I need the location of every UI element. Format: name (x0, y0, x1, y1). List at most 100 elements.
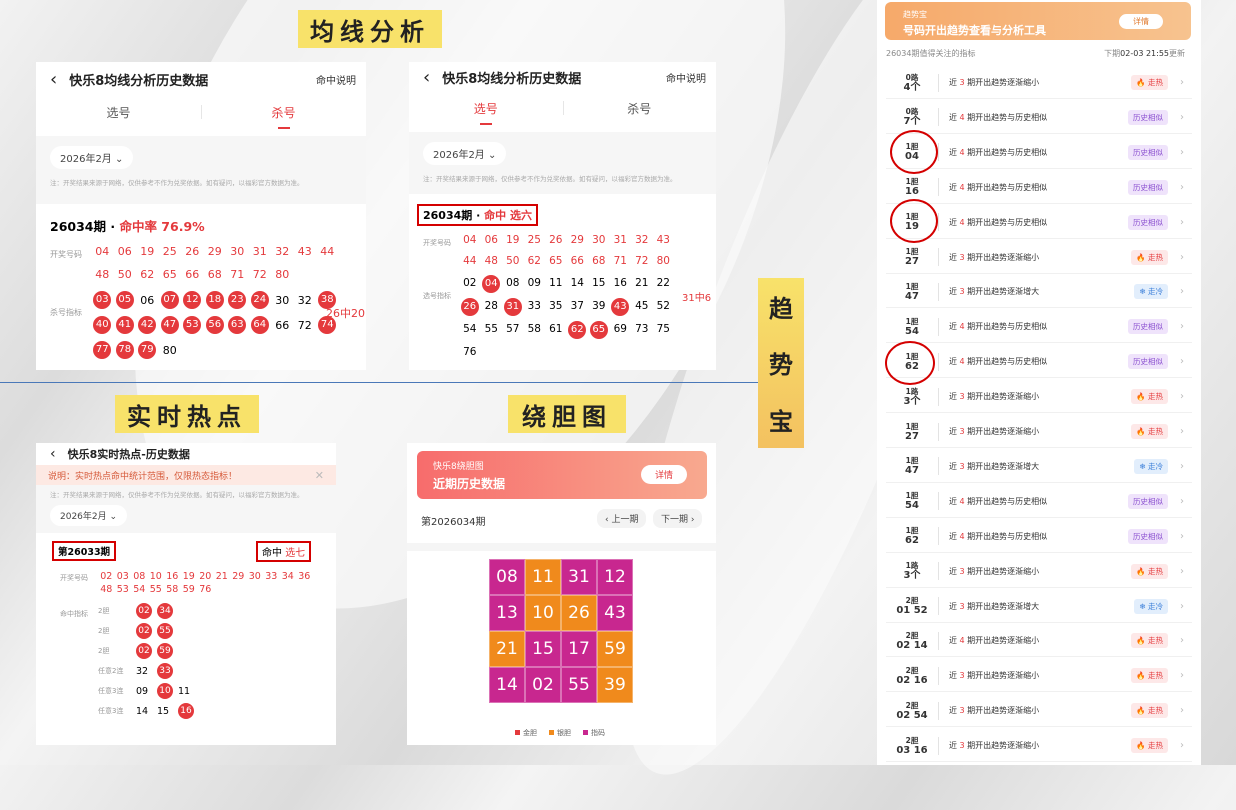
desc-suffix: 期开出趋势与历史相似 (964, 531, 1048, 541)
chevron-right-icon: › (1180, 216, 1184, 228)
trend-row[interactable]: 1胆 54 近 4 期开出趋势与历史相似 历史相似 › (886, 485, 1192, 518)
trend-row[interactable]: 1胆 62 近 4 期开出趋势与历史相似 历史相似 › (886, 520, 1192, 553)
dan-cell: 08 (489, 559, 525, 595)
hit-ball: 34 (157, 603, 173, 619)
trend-row[interactable]: 1路 3个近 3 期开出趋势逐渐缩小 🔥 走热 › (886, 555, 1192, 588)
row-value: 62 (905, 535, 919, 547)
draw-number: 10 (149, 571, 162, 582)
dan-cell: 17 (561, 631, 597, 667)
trend-row[interactable]: 1路 3个近 3 期开出趋势逐渐缩小 🔥 走热 › (886, 381, 1192, 414)
desc-suffix: 期开出趋势与历史相似 (964, 217, 1048, 227)
month-select[interactable]: 2026年2月 ⌄ (423, 142, 507, 165)
trend-row[interactable]: 1胆 47 近 3 期开出趋势逐渐增大 ❄ 走冷 › (886, 276, 1192, 309)
trend-row[interactable]: 2胆 03 16 近 3 期开出趋势逐渐缩小 🔥 走热 › (886, 730, 1192, 763)
trend-row[interactable]: 2胆 02 16 近 3 期开出趋势逐渐缩小 🔥 走热 › (886, 660, 1192, 693)
kill-number: 40 (91, 316, 114, 334)
row-desc: 近 4 期开出趋势与历史相似 (949, 496, 1128, 507)
update-prefix: 下期 (1104, 49, 1121, 58)
chevron-right-icon: › (1180, 635, 1184, 647)
desc-prefix: 近 (949, 392, 960, 402)
row-desc: 近 3 期开出趋势逐渐增大 (949, 601, 1134, 612)
desc-prefix: 近 (949, 461, 960, 471)
trend-row[interactable]: 2胆 01 52 近 3 期开出趋势逐渐增大 ❄ 走冷 › (886, 590, 1192, 623)
close-icon[interactable]: ✕ (315, 469, 324, 482)
chevron-right-icon: › (1180, 705, 1184, 717)
help-link[interactable]: 命中说明 (666, 70, 706, 85)
row-desc: 近 3 期开出趋势逐渐缩小 (949, 670, 1131, 681)
kill-number: 03 (91, 291, 114, 309)
trend-row[interactable]: 1胆 54 近 4 期开出趋势与历史相似 历史相似 › (886, 311, 1192, 344)
tab-kill[interactable]: 杀号 (563, 100, 717, 117)
desc-prefix: 近 (949, 566, 960, 576)
trend-row[interactable]: 0路 7个近 4 期开出趋势与历史相似 历史相似 › (886, 101, 1192, 134)
hit-ball: 63 (228, 316, 247, 334)
hit-ball: 59 (157, 643, 173, 659)
dan-cell: 59 (597, 631, 633, 667)
row-value: 02 16 (896, 674, 928, 686)
trend-row[interactable]: 1胆 16 近 4 期开出趋势与历史相似 历史相似 › (886, 171, 1192, 204)
pick-number: 62 (567, 320, 589, 339)
legend-swatch (583, 730, 588, 735)
dan-cell: 26 (561, 595, 597, 631)
next-button[interactable]: 下一期 › (653, 509, 703, 528)
trend-row[interactable]: 1胆 47 近 3 期开出趋势逐渐增大 ❄ 走冷 › (886, 450, 1192, 483)
chevron-right-icon: › (1180, 530, 1184, 542)
desc-suffix: 期开出趋势逐渐缩小 (964, 706, 1040, 716)
hit-ball: 02 (136, 643, 152, 659)
row-value: 27 (905, 256, 919, 267)
trend-row[interactable]: 2胆 02 54 近 3 期开出趋势逐渐缩小 🔥 走热 › (886, 695, 1192, 728)
prev-button[interactable]: ‹ 上一期 (597, 509, 647, 528)
desc-suffix: 期开出趋势逐渐缩小 (964, 392, 1040, 402)
detail-button[interactable]: 详情 (640, 465, 687, 484)
month-select[interactable]: 2026年2月 ⌄ (50, 505, 128, 526)
help-link[interactable]: 命中说明 (316, 72, 356, 87)
desc-suffix: 期开出趋势与历史相似 (964, 496, 1048, 506)
hit-ball: 40 (93, 316, 112, 334)
hit-ball: 33 (157, 663, 173, 679)
desc-prefix: 近 (949, 182, 960, 192)
back-icon[interactable]: ‹ (50, 446, 56, 462)
indicator-type: 2胆 (98, 627, 110, 635)
trend-row[interactable]: 0路 4个近 3 期开出趋势逐渐缩小 🔥 走热 › (886, 67, 1192, 99)
back-icon[interactable]: ‹ (423, 67, 430, 88)
detail-button[interactable]: 详情 (1119, 14, 1163, 29)
pick-number: 55 (484, 323, 498, 335)
desc-suffix: 期开出趋势逐渐缩小 (964, 566, 1040, 576)
pick-summary: 31中6 (682, 293, 712, 304)
trend-badge: ❄ 走冷 (1134, 598, 1168, 614)
back-icon[interactable]: ‹ (50, 69, 57, 90)
indicator-number: 55 (157, 623, 178, 639)
row-desc: 近 4 期开出趋势与历史相似 (949, 356, 1128, 367)
tab-pick[interactable]: 选号 (36, 104, 201, 121)
desc-prefix: 近 (949, 741, 960, 751)
draw-number: 65 (162, 268, 177, 281)
trend-row[interactable]: 1胆 27 近 3 期开出趋势逐渐缩小 🔥 走热 › (886, 416, 1192, 448)
hit-ball: 02 (136, 623, 152, 639)
kill-summary: 26中20 (326, 307, 365, 320)
desc-suffix: 期开出趋势与历史相似 (964, 322, 1048, 332)
tab-pick[interactable]: 选号 (409, 100, 563, 125)
trend-banner: 趋势宝 号码开出趋势查看与分析工具 详情 (885, 2, 1191, 40)
kill-number: 06 (140, 293, 155, 307)
tab-kill[interactable]: 杀号 (201, 104, 366, 129)
indicator-type: 2胆 (98, 607, 110, 615)
draw-number: 08 (133, 571, 146, 582)
draw-number: 76 (199, 584, 212, 595)
indicator-number: 11 (178, 685, 191, 697)
row-desc: 近 4 期开出趋势与历史相似 (949, 217, 1128, 228)
draw-number: 30 (230, 245, 245, 258)
draw-number: 34 (281, 571, 294, 582)
row-desc: 近 3 期开出趋势逐渐增大 (949, 461, 1134, 472)
disclaimer: 注：开奖结果来源于网络，仅供参考不作为兑奖依据。如有疑问，以福彩官方数据为准。 (423, 175, 677, 183)
draw-number: 03 (116, 571, 129, 582)
update-time: 下期02-03 21:55更新 (1104, 48, 1185, 59)
trend-row[interactable]: 1胆 27 近 3 期开出趋势逐渐缩小 🔥 走热 › (886, 241, 1192, 274)
dan-cell: 15 (525, 631, 561, 667)
indicator-number: 02 (136, 623, 157, 639)
month-select[interactable]: 2026年2月 ⌄ (50, 146, 134, 169)
legend-swatch (515, 730, 520, 735)
desc-prefix: 近 (949, 78, 960, 87)
trend-row[interactable]: 2胆 02 14 近 4 期开出趋势逐渐缩小 🔥 走热 › (886, 625, 1192, 658)
draw-number: 30 (248, 571, 261, 582)
draw-number: 32 (635, 234, 649, 246)
